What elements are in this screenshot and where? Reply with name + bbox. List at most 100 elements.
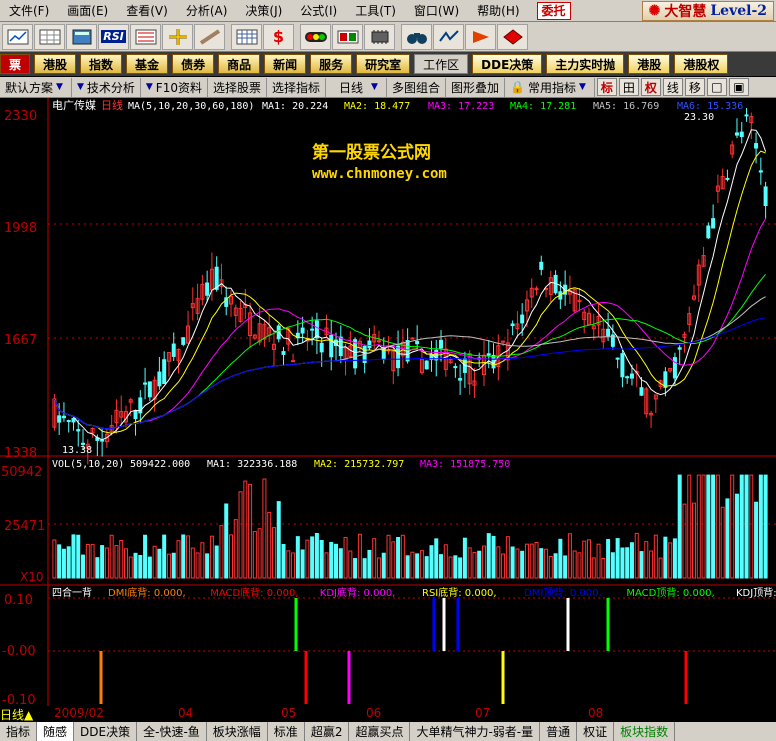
btab-warrant[interactable]: 权证 (577, 722, 615, 741)
date-label: 06 (366, 706, 382, 720)
btab-chaoying2[interactable]: 超赢2 (305, 722, 350, 741)
btab-big-order[interactable]: 大单精气神力-弱者-量 (410, 722, 541, 741)
volume-bar (453, 555, 458, 579)
tab-daily[interactable]: 日线 ▼ (326, 77, 387, 97)
volume-bar (754, 501, 759, 579)
btab-normal[interactable]: 普通 (540, 722, 578, 741)
menu-screen[interactable]: 画面(E) (58, 0, 117, 22)
grid2-icon[interactable] (231, 23, 262, 50)
nav-hk[interactable]: 港股 (34, 54, 77, 74)
volume-bar (553, 553, 558, 579)
volume-bar (61, 548, 66, 579)
low-price-label: 13.38 (62, 445, 92, 456)
ruler-icon[interactable] (194, 23, 225, 50)
vol-y-mid: 25471 (4, 519, 45, 534)
ma2-value: MA2: 18.477 (344, 101, 410, 112)
nav-service[interactable]: 服务 (310, 54, 353, 74)
btab-sector-index[interactable]: 板块指数 (614, 722, 676, 741)
signal-bar (501, 651, 505, 704)
menu-view[interactable]: 查看(V) (117, 0, 177, 22)
menu-analysis[interactable]: 分析(A) (177, 0, 237, 22)
candle-body (620, 353, 625, 378)
vol-y-unit: X10 (20, 570, 44, 584)
nav-dde[interactable]: DDE决策 (472, 54, 543, 74)
candle-body (147, 381, 152, 398)
tab-tech-analysis[interactable]: ▼ 技术分析 (72, 77, 141, 97)
btn-rights[interactable]: 权 (640, 78, 661, 96)
tab-select-indicator[interactable]: 选择指标 (267, 77, 327, 97)
candle-body (486, 353, 491, 356)
y-label-low: 1338 (4, 446, 37, 461)
tab-overlay[interactable]: 图形叠加 (446, 77, 505, 97)
chart-icon[interactable] (2, 23, 33, 50)
calc-icon[interactable] (66, 23, 97, 50)
ma1-value: MA1: 20.224 (262, 101, 328, 112)
btn-max[interactable]: ▣ (728, 78, 749, 96)
nav-news[interactable]: 新闻 (264, 54, 307, 74)
indicator-item: DMI顶背: 0.000, (524, 586, 602, 599)
grid-icon[interactable] (34, 23, 65, 50)
ma3-value: MA3: 17.223 (428, 101, 494, 112)
candle-body (171, 343, 176, 357)
btab-chaoying-buy[interactable]: 超赢买点 (349, 722, 411, 741)
nav-hk-warrant[interactable]: 港股权 (674, 54, 729, 74)
kline-chart[interactable]: 电广传媒 日线 MA(5,10,20,30,60,180) MA1: 20.22… (0, 98, 776, 706)
news-icon[interactable] (465, 23, 496, 50)
volume-bar (510, 546, 515, 579)
ddx-icon[interactable] (433, 23, 464, 50)
tab-default-scheme[interactable]: 默认方案 ▼ (0, 77, 72, 97)
btn-move[interactable]: 移 (684, 78, 705, 96)
lock-icon: 🔒 (509, 80, 525, 94)
btab-notes[interactable]: 随感 (37, 722, 75, 741)
tab-f10[interactable]: ▼ F10资料 (141, 77, 208, 97)
candle-body (754, 143, 759, 149)
nav-hk2[interactable]: 港股 (628, 54, 671, 74)
btn-grid[interactable]: 田 (618, 78, 639, 96)
nav-commodity[interactable]: 商品 (218, 54, 261, 74)
ma6-value: MA6: 15.336 (677, 101, 743, 112)
menu-formula[interactable]: 公式(I) (291, 0, 346, 22)
nav-bond[interactable]: 债券 (172, 54, 215, 74)
date-label: 05 (281, 706, 297, 720)
crosshair-icon[interactable] (162, 23, 193, 50)
market-icon[interactable] (130, 23, 161, 50)
nav-workspace[interactable]: 工作区 (414, 54, 469, 74)
tab-common-indicator[interactable]: 🔒 常用指标 ▼ (505, 77, 595, 97)
btab-sector-rise[interactable]: 板块涨幅 (207, 722, 268, 741)
nav-stock[interactable]: 票 (0, 54, 31, 74)
binoculars-icon[interactable] (401, 23, 432, 50)
nav-main-force[interactable]: 主力实时抛 (546, 54, 625, 74)
signal-bar (347, 651, 351, 704)
btab-standard[interactable]: 标准 (268, 722, 305, 741)
volume-bar (434, 538, 439, 579)
tab-multi-chart[interactable]: 多图组合 (387, 77, 446, 97)
period-indicator[interactable]: 日线▲ (0, 706, 34, 723)
menu-tools[interactable]: 工具(T) (346, 0, 405, 22)
menu-window[interactable]: 窗口(W) (405, 0, 468, 22)
btn-window[interactable]: □ (706, 78, 727, 96)
rsi-icon[interactable]: RSI (98, 23, 129, 50)
btn-line[interactable]: 线 (662, 78, 683, 96)
nav-research[interactable]: 研究室 (356, 54, 411, 74)
candle-body (539, 261, 544, 270)
btab-dde[interactable]: DDE决策 (74, 722, 138, 741)
weituo-button[interactable]: 委托 (536, 1, 571, 20)
btab-fast-fish[interactable]: 全-快速-鱼 (137, 722, 207, 741)
menu-help[interactable]: 帮助(H) (468, 0, 528, 22)
candle-body (281, 351, 286, 355)
volume-bar (319, 540, 324, 579)
flag-icon[interactable] (332, 23, 363, 50)
btn-mark[interactable]: 标 (596, 78, 617, 96)
volume-bar (629, 542, 634, 579)
nav-fund[interactable]: 基金 (126, 54, 169, 74)
btab-indicator[interactable]: 指标 (0, 722, 38, 741)
chip-icon[interactable] (364, 23, 395, 50)
dollar-icon[interactable]: $ (263, 23, 294, 50)
menu-file[interactable]: 文件(F) (0, 0, 58, 22)
candle-body (157, 371, 162, 387)
tab-select-stock[interactable]: 选择股票 (208, 77, 267, 97)
nav-index[interactable]: 指数 (80, 54, 123, 74)
diamond-icon[interactable] (497, 23, 528, 50)
traffic-icon[interactable] (300, 23, 331, 50)
menu-decision[interactable]: 决策(J) (236, 0, 291, 22)
